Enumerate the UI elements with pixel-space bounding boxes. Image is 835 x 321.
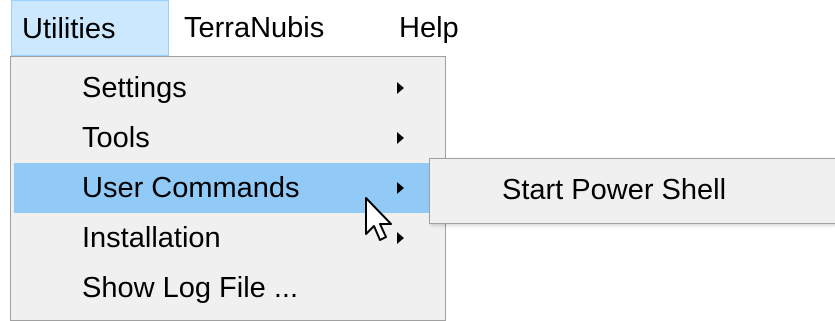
chevron-right-icon — [397, 132, 404, 144]
menu-item-label: Show Log File ... — [82, 272, 298, 304]
user-commands-submenu: Start Power Shell — [429, 158, 835, 224]
utilities-dropdown-menu: Settings Tools User Commands Installatio… — [10, 56, 446, 321]
menu-item-label: User Commands — [82, 172, 300, 204]
menu-item-label: Start Power Shell — [502, 174, 727, 206]
menu-item-label: Settings — [82, 72, 187, 104]
menubar-item-utilities[interactable]: Utilities — [11, 0, 169, 56]
menu-item-show-log-file[interactable]: Show Log File ... — [14, 263, 442, 313]
menu-item-label: Installation — [82, 222, 221, 254]
menubar-item-terranubis[interactable]: TerraNubis — [174, 0, 374, 56]
menu-item-label: Tools — [82, 122, 150, 154]
chevron-right-icon — [397, 232, 404, 244]
menu-item-start-power-shell[interactable]: Start Power Shell — [430, 165, 835, 215]
menu-item-tools[interactable]: Tools — [14, 113, 442, 163]
chevron-right-icon — [397, 82, 404, 94]
menu-bar: Utilities TerraNubis Help — [0, 0, 835, 56]
mouse-pointer-icon — [365, 197, 392, 241]
menu-item-settings[interactable]: Settings — [14, 63, 442, 113]
menubar-item-help[interactable]: Help — [389, 0, 479, 56]
chevron-right-icon — [397, 182, 404, 194]
